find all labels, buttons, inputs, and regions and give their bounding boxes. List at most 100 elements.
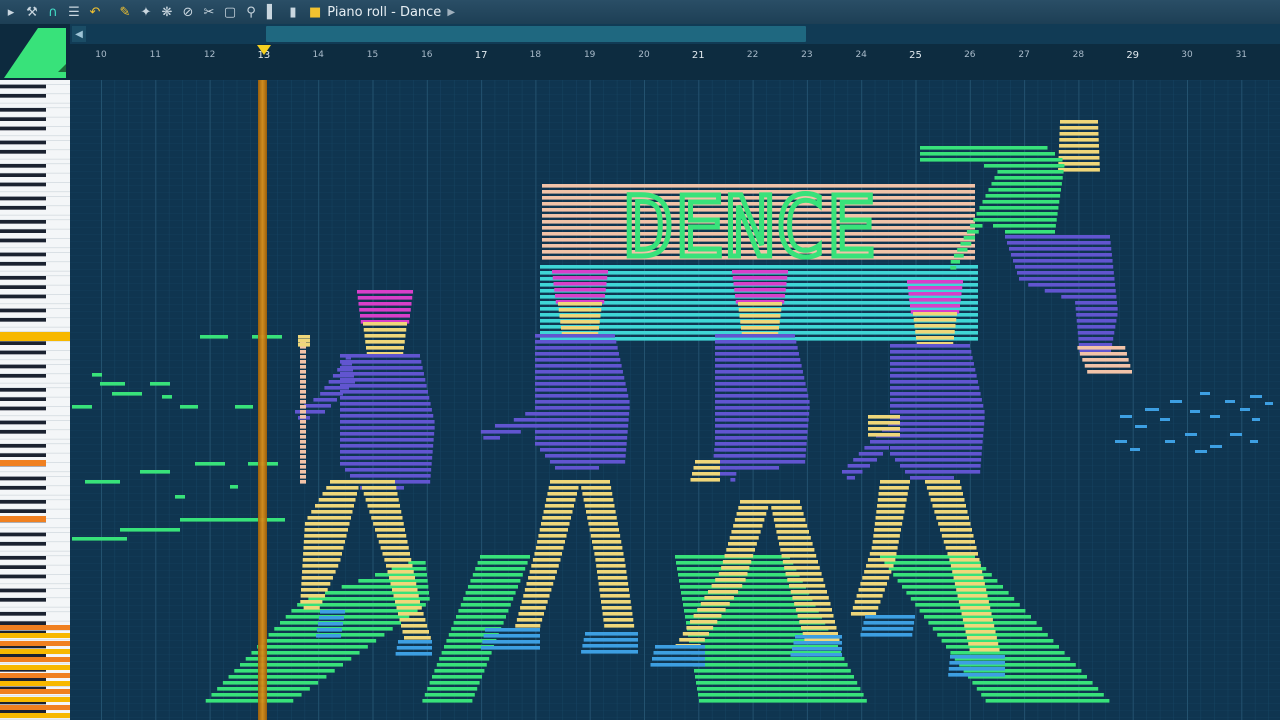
jumper-leg-note	[1013, 259, 1113, 263]
ruler-tick-17: 17	[474, 50, 488, 61]
hat-note	[910, 304, 960, 308]
brush-icon[interactable]: ✦	[136, 2, 156, 22]
leg-note	[326, 486, 359, 490]
leg-note	[879, 486, 909, 490]
stick-note	[300, 455, 306, 459]
leg-note	[876, 510, 905, 514]
scrollbar-thumb[interactable]	[266, 26, 806, 42]
horizontal-scrollbar[interactable]: ◀	[70, 24, 1280, 44]
black-key	[0, 164, 46, 168]
ruler-tick-20: 20	[638, 50, 650, 60]
shoe-note	[483, 634, 540, 638]
body-note	[535, 370, 623, 374]
leg-note	[392, 588, 418, 592]
leg-note	[369, 510, 402, 514]
leg-note	[784, 566, 820, 570]
leg-note	[945, 546, 977, 550]
shoe-note	[318, 622, 343, 626]
piano-keyboard[interactable]	[0, 80, 70, 720]
black-key	[0, 556, 46, 560]
playhead-line[interactable]	[257, 80, 267, 720]
select-icon[interactable]: ▢	[220, 2, 240, 22]
jumper-foot-note	[1077, 346, 1126, 350]
menu-icon[interactable]: ☰	[64, 2, 84, 22]
playhead-marker-icon[interactable]	[256, 45, 271, 55]
leg-note	[690, 620, 718, 624]
crosswalk-stripe	[439, 657, 490, 661]
black-key	[0, 140, 46, 145]
jumper-head-note	[1058, 162, 1100, 166]
body-note	[890, 398, 982, 402]
black-key	[0, 238, 46, 243]
head-note	[363, 328, 407, 332]
arm-note	[513, 418, 550, 422]
leg-note	[734, 518, 765, 522]
leg-note	[361, 486, 397, 490]
pencil-icon[interactable]: ✎	[115, 2, 135, 22]
arm-note	[495, 424, 539, 428]
leg-note	[795, 608, 832, 612]
grid-row-line	[70, 535, 1280, 536]
volume-icon[interactable]: ▮	[283, 2, 303, 22]
jumper-leg-note	[1017, 271, 1114, 275]
ruler-tick-22: 22	[746, 50, 759, 60]
black-key	[0, 486, 46, 490]
timeline-ruler[interactable]: 10 11 12 13 14 15 16 17 18 19 20 21 22 23 24 25 26 27 28 29…	[70, 44, 1280, 81]
black-key	[0, 294, 46, 299]
crosswalk-stripe	[695, 675, 854, 679]
play-arrow-icon[interactable]: ▸	[1, 2, 21, 22]
leg-note	[869, 552, 897, 556]
arm-note	[295, 410, 325, 414]
crosswalk-stripe	[972, 681, 1093, 685]
note-grid-graphic: DENCE	[70, 80, 1280, 720]
body-note	[535, 424, 629, 428]
leg-note	[311, 510, 353, 514]
leg-note	[529, 570, 557, 574]
grid-row-line	[70, 101, 1280, 102]
grid-beat-line	[196, 80, 197, 720]
leg-note	[856, 594, 883, 598]
grid-row-line	[70, 122, 1280, 123]
body-note	[715, 340, 797, 344]
zoom-icon[interactable]: ⚲	[241, 2, 261, 22]
leg-note	[546, 498, 576, 502]
undo-icon[interactable]: ↶	[85, 2, 105, 22]
key-divider	[0, 471, 70, 473]
slice-icon[interactable]: ✂	[199, 2, 219, 22]
leg-note	[523, 594, 550, 598]
hat-note	[733, 282, 787, 286]
melody-note	[92, 373, 102, 377]
playback-icon[interactable]: ▌	[262, 2, 282, 22]
jumper-head-note	[1059, 138, 1099, 142]
leg-note	[304, 522, 350, 526]
speaker-icon: ■	[309, 4, 322, 20]
shoe-note	[650, 663, 705, 667]
delete-icon[interactable]: ❋	[157, 2, 177, 22]
wrench-icon[interactable]: ⚒	[22, 2, 42, 22]
mute-icon[interactable]: ⊘	[178, 2, 198, 22]
channel-corner[interactable]	[0, 24, 70, 80]
leg-note	[679, 638, 705, 642]
note-grid[interactable]: DENCE	[70, 80, 1280, 720]
leg-note	[322, 492, 357, 496]
body-note	[890, 440, 983, 444]
stick-note	[300, 375, 306, 379]
chevron-right-icon[interactable]: ▶	[447, 7, 455, 18]
grid-row-line	[70, 318, 1280, 319]
grid-row-line	[70, 486, 1280, 487]
hand-note	[692, 472, 720, 476]
arm-note	[714, 442, 738, 446]
jumper-leg-note	[1061, 295, 1117, 299]
leg-note	[947, 552, 978, 556]
stick-top-note	[298, 343, 310, 347]
crosswalk-stripe	[453, 621, 504, 625]
body-note	[535, 352, 619, 356]
melody-note	[1135, 425, 1147, 428]
body-note	[890, 362, 974, 366]
black-key	[0, 341, 46, 345]
magnet-icon[interactable]: ∩	[43, 2, 63, 22]
body-note	[535, 382, 626, 386]
scroll-left-icon[interactable]: ◀	[72, 26, 86, 42]
head-note	[558, 302, 602, 306]
leg-note	[728, 542, 757, 546]
